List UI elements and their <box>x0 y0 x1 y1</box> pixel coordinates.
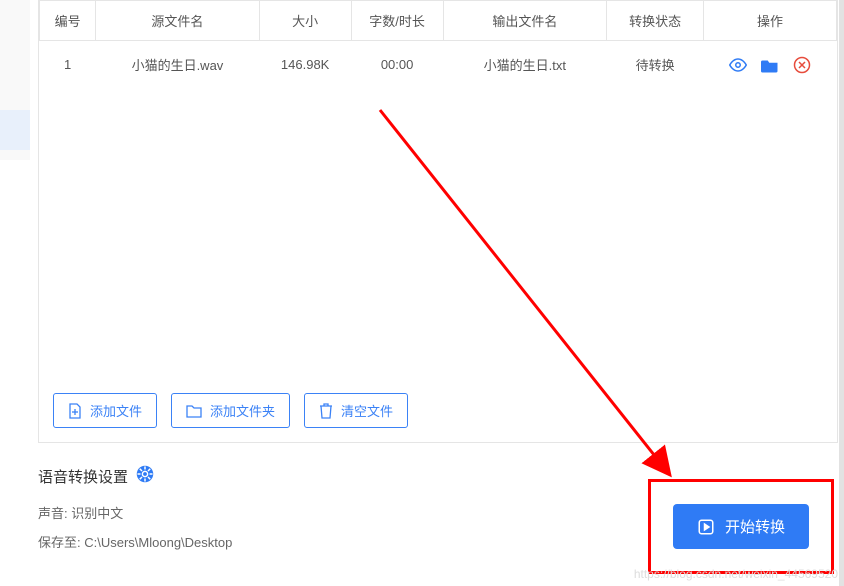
voice-value: 识别中文 <box>71 506 123 521</box>
file-table: 编号 源文件名 大小 字数/时长 输出文件名 转换状态 操作 1 小猫的生日.w… <box>38 0 838 88</box>
col-source: 源文件名 <box>96 1 259 41</box>
cell-output: 小猫的生日.txt <box>443 41 606 89</box>
col-duration: 字数/时长 <box>351 1 443 41</box>
clear-files-button[interactable]: 清空文件 <box>304 393 408 428</box>
table-row: 1 小猫的生日.wav 146.98K 00:00 小猫的生日.txt 待转换 <box>40 41 837 89</box>
add-folder-button[interactable]: 添加文件夹 <box>171 393 290 428</box>
folder-icon[interactable] <box>761 57 779 73</box>
cell-actions <box>704 41 837 89</box>
add-file-button[interactable]: 添加文件 <box>53 393 157 428</box>
col-output: 输出文件名 <box>443 1 606 41</box>
start-button-label: 开始转换 <box>725 516 785 537</box>
table-header-row: 编号 源文件名 大小 字数/时长 输出文件名 转换状态 操作 <box>40 1 837 41</box>
nav-active-item[interactable] <box>0 110 30 150</box>
start-button-highlight: 开始转换 <box>648 479 834 574</box>
toolbar: 添加文件 添加文件夹 清空文件 <box>38 383 838 443</box>
right-border <box>839 0 844 586</box>
delete-icon[interactable] <box>793 56 811 74</box>
settings-title-text: 语音转换设置 <box>38 466 128 487</box>
folder-plus-icon <box>186 404 202 418</box>
cell-status: 待转换 <box>607 41 704 89</box>
table-empty-space <box>38 88 838 383</box>
watermark: https://blog.csdn.net/weixin_44569520 <box>634 567 838 581</box>
save-path: C:\Users\Mloong\Desktop <box>84 535 232 550</box>
trash-icon <box>319 403 333 419</box>
cell-size: 146.98K <box>259 41 351 89</box>
file-plus-icon <box>68 403 82 419</box>
left-nav <box>0 0 30 160</box>
cell-source: 小猫的生日.wav <box>96 41 259 89</box>
col-status: 转换状态 <box>607 1 704 41</box>
col-index: 编号 <box>40 1 96 41</box>
cell-duration: 00:00 <box>351 41 443 89</box>
add-file-label: 添加文件 <box>90 401 142 420</box>
cell-index: 1 <box>40 41 96 89</box>
save-label: 保存至 <box>38 535 77 550</box>
eye-icon[interactable] <box>729 56 747 74</box>
col-actions: 操作 <box>704 1 837 41</box>
gear-icon[interactable] <box>136 465 154 487</box>
col-size: 大小 <box>259 1 351 41</box>
voice-label: 声音 <box>38 506 64 521</box>
add-folder-label: 添加文件夹 <box>210 401 275 420</box>
play-icon <box>697 518 715 536</box>
start-convert-button[interactable]: 开始转换 <box>673 504 809 549</box>
clear-files-label: 清空文件 <box>341 401 393 420</box>
